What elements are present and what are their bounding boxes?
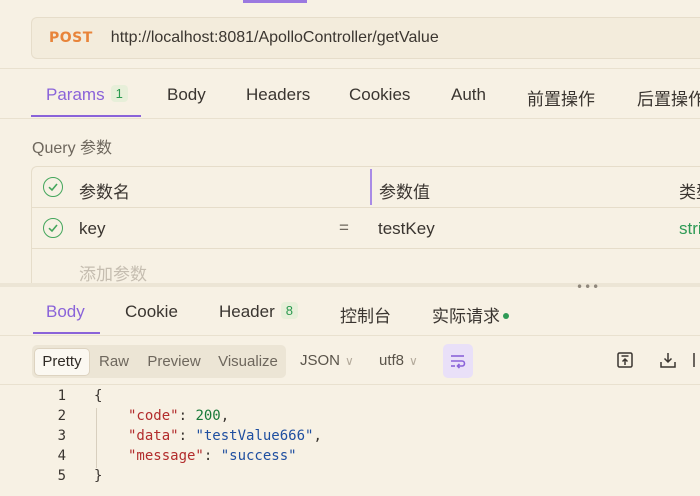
tab-body[interactable]: Body <box>167 85 206 105</box>
format-select-value: JSON <box>300 352 341 369</box>
line-number: 2 <box>57 408 66 424</box>
view-visualize-button[interactable]: Visualize <box>213 349 283 375</box>
view-preview-button[interactable]: Preview <box>141 349 207 375</box>
download-response-button[interactable] <box>659 351 679 371</box>
line-number: 3 <box>57 428 66 444</box>
response-tab-cookie[interactable]: Cookie <box>125 302 178 322</box>
json-key: "code" <box>128 408 179 424</box>
response-tab-actual-request-label: 实际请求 <box>432 307 500 326</box>
format-select[interactable]: JSON ∨ <box>300 352 354 369</box>
code-text: { <box>94 388 103 404</box>
response-tab-body[interactable]: Body <box>46 302 85 322</box>
params-count-badge: 1 <box>110 85 128 102</box>
json-key: "message" <box>128 448 204 464</box>
param-enabled-checkbox[interactable] <box>43 218 63 238</box>
json-value: 200 <box>195 408 221 424</box>
word-wrap-icon <box>451 355 466 369</box>
column-header-name: 参数名 <box>79 183 130 202</box>
active-request-tab-indicator <box>243 0 307 3</box>
tab-auth[interactable]: Auth <box>451 85 486 105</box>
tab-cookies[interactable]: Cookies <box>349 85 410 105</box>
param-name-input[interactable]: key <box>79 219 105 239</box>
scroll-top-icon <box>617 352 633 368</box>
response-tab-header-label: Header <box>219 302 275 321</box>
indent-guide <box>96 408 97 468</box>
view-mode-group: Pretty Raw Preview Visualize <box>32 345 286 378</box>
response-tab-body-underline <box>33 332 100 334</box>
view-raw-button[interactable]: Raw <box>93 349 135 375</box>
word-wrap-button[interactable] <box>443 344 473 378</box>
params-table: 参数名 参数值 类型 key = testKey string 添加参数 <box>31 166 700 292</box>
download-icon <box>660 353 676 368</box>
json-value: "success" <box>220 448 297 464</box>
response-tab-console[interactable]: 控制台 <box>340 302 391 327</box>
tab-headers[interactable]: Headers <box>246 85 310 105</box>
tab-params-label: Params <box>46 85 105 104</box>
tab-post-processors[interactable]: 后置操作 <box>637 85 700 110</box>
tab-pre-processors[interactable]: 前置操作 <box>527 85 595 110</box>
json-value: "testValue666" <box>195 428 314 444</box>
params-header-row: 参数名 参数值 类型 <box>32 167 700 208</box>
divider <box>0 118 700 119</box>
select-all-checkbox[interactable] <box>43 177 63 197</box>
param-type-select[interactable]: string <box>679 219 700 239</box>
splitter-grip-icon[interactable]: ••• <box>576 280 600 294</box>
equals-sign: = <box>339 218 349 237</box>
column-resizer[interactable] <box>370 169 372 205</box>
encoding-select[interactable]: utf8 ∨ <box>379 352 418 369</box>
code-text: "message": "success" <box>128 448 297 464</box>
response-code-viewer[interactable]: 1 { 2 "code": 200, 3 "data": "testValue6… <box>32 388 700 496</box>
more-response-button[interactable] <box>692 351 700 371</box>
tab-params-underline <box>31 115 141 117</box>
json-comma: , <box>220 408 230 424</box>
divider <box>0 384 700 385</box>
column-header-value: 参数值 <box>379 183 430 202</box>
code-text: "data": "testValue666", <box>128 428 322 444</box>
query-params-label: Query 参数 <box>32 140 113 157</box>
line-number: 5 <box>57 468 66 484</box>
code-line: 3 "data": "testValue666", <box>32 428 700 448</box>
view-pretty-button[interactable]: Pretty <box>35 349 89 375</box>
add-param-placeholder[interactable]: 添加参数 <box>79 260 147 285</box>
divider <box>0 335 700 336</box>
code-text: } <box>94 468 103 484</box>
http-method[interactable]: POST <box>49 30 93 46</box>
column-header-type: 类型 <box>679 183 700 202</box>
code-line: 4 "message": "success" <box>32 448 700 468</box>
chevron-down-icon: ∨ <box>345 354 354 368</box>
chevron-down-icon: ∨ <box>409 354 418 368</box>
response-tab-header[interactable]: Header 8 <box>219 302 298 322</box>
url-bar[interactable]: POST http://localhost:8081/ApolloControl… <box>31 17 700 59</box>
encoding-select-value: utf8 <box>379 352 405 369</box>
code-line: 5 } <box>32 468 700 488</box>
response-tab-actual-request[interactable]: 实际请求 <box>432 302 509 327</box>
param-value-input[interactable]: testKey <box>378 219 435 239</box>
line-number: 1 <box>57 388 66 404</box>
tab-params[interactable]: Params 1 <box>46 85 128 105</box>
divider <box>0 68 700 69</box>
header-count-badge: 8 <box>280 302 298 319</box>
url-input[interactable]: http://localhost:8081/ApolloController/g… <box>111 29 439 47</box>
copy-response-button[interactable] <box>616 351 636 371</box>
code-line: 2 "code": 200, <box>32 408 700 428</box>
code-line: 1 { <box>32 388 700 408</box>
line-number: 4 <box>57 448 66 464</box>
overflow-icon <box>693 353 695 367</box>
status-dot-icon <box>503 313 509 319</box>
param-row: key = testKey string <box>32 208 700 249</box>
code-text: "code": 200, <box>128 408 230 424</box>
json-key: "data" <box>128 428 179 444</box>
json-comma: , <box>313 428 322 444</box>
